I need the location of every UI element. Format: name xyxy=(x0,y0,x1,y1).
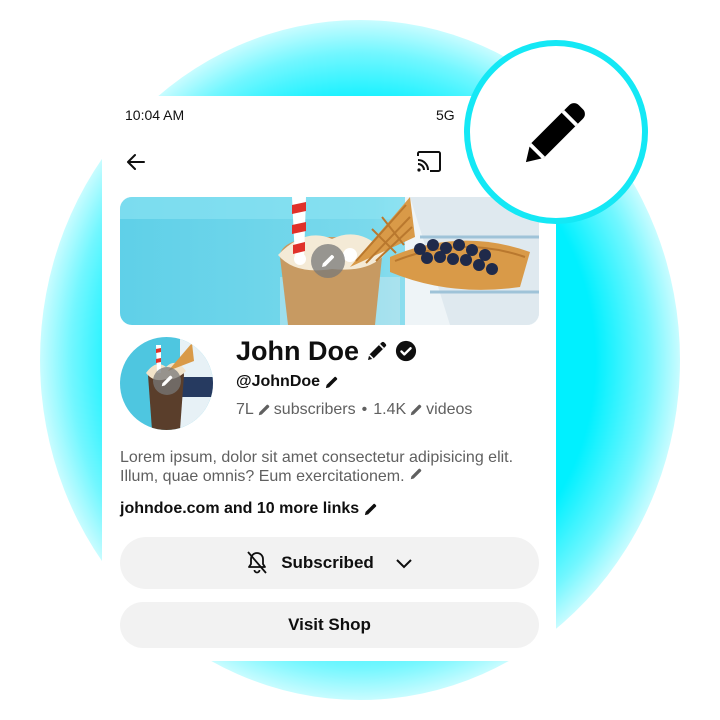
verified-check-icon xyxy=(395,340,417,362)
subscriber-count: 7L xyxy=(236,401,254,418)
stage: 10:04 AM 5G John Doe @JohnDoe 7L subscri… xyxy=(0,0,720,720)
edit-subscribers-button[interactable] xyxy=(257,403,271,417)
channel-stats: 7L subscribers • 1.4K videos xyxy=(236,401,472,419)
pencil-icon xyxy=(410,404,422,416)
pencil-icon xyxy=(325,376,338,388)
channel-name: John Doe xyxy=(236,335,360,366)
channel-links[interactable]: johndoe.com and 10 more links xyxy=(120,500,359,518)
visit-shop-label: Visit Shop xyxy=(288,615,371,634)
pencil-icon xyxy=(258,404,270,416)
pencil-icon xyxy=(368,341,387,360)
cast-icon xyxy=(417,151,441,172)
bell-off-icon xyxy=(247,551,267,574)
status-time: 10:04 AM xyxy=(125,107,185,123)
channel-handle: @JohnDoe xyxy=(236,373,321,390)
pencil-icon xyxy=(525,103,585,163)
arrow-left-icon xyxy=(127,154,145,170)
edit-links-button[interactable] xyxy=(363,502,378,517)
back-button[interactable] xyxy=(124,150,148,174)
status-network: 5G xyxy=(436,107,455,123)
channel-banner[interactable] xyxy=(120,197,539,325)
verified-badge xyxy=(395,340,417,362)
pencil-icon xyxy=(161,375,173,387)
edit-name-button[interactable] xyxy=(365,339,389,363)
visit-shop-button[interactable]: Visit Shop xyxy=(120,602,539,648)
pencil-icon xyxy=(410,468,422,480)
video-count: 1.4K xyxy=(373,401,407,418)
video-label: videos xyxy=(426,401,473,418)
banner-edit-button[interactable] xyxy=(311,244,345,278)
subscribed-label: Subscribed xyxy=(281,553,374,572)
subscriber-label: subscribers xyxy=(273,401,356,418)
description-text: Lorem ipsum, dolor sit amet consectetur … xyxy=(120,449,514,485)
zoomed-edit-callout[interactable] xyxy=(464,40,648,224)
edit-handle-button[interactable] xyxy=(324,375,339,390)
subscribed-button[interactable]: Subscribed xyxy=(120,537,539,589)
handle-row: @JohnDoe xyxy=(236,373,339,391)
stats-separator: • xyxy=(361,401,368,418)
pencil-icon xyxy=(365,503,377,515)
channel-description[interactable]: Lorem ipsum, dolor sit amet consectetur … xyxy=(120,448,540,486)
edit-description-button[interactable] xyxy=(409,467,423,481)
channel-avatar[interactable] xyxy=(120,337,213,430)
avatar-edit-button[interactable] xyxy=(153,367,181,395)
chevron-down-icon xyxy=(396,559,412,569)
pencil-icon xyxy=(322,254,335,267)
links-row: johndoe.com and 10 more links xyxy=(120,500,378,518)
cast-button[interactable] xyxy=(415,150,443,174)
channel-name-row: John Doe xyxy=(236,333,417,369)
edit-videos-button[interactable] xyxy=(409,403,423,417)
